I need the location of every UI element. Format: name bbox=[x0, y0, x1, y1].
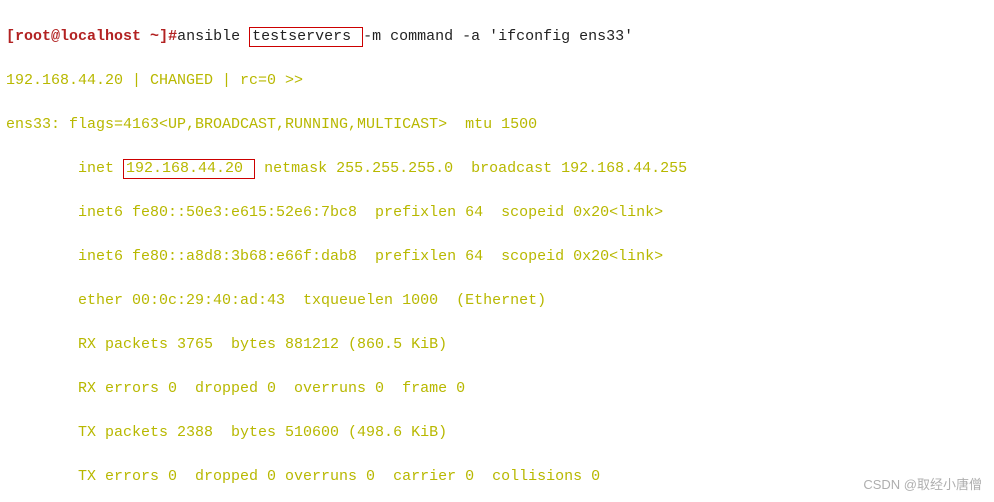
highlight-target-group: testservers bbox=[249, 27, 363, 47]
prompt-open: [ bbox=[6, 28, 15, 45]
host1-line-5: ether 00:0c:29:40:ad:43 txqueuelen 1000 … bbox=[6, 290, 988, 312]
terminal[interactable]: [root@localhost ~]#ansible testservers -… bbox=[0, 0, 994, 502]
prompt-userhost: root@localhost bbox=[15, 28, 141, 45]
host1-iface: ens33: flags=4163<UP,BROADCAST,RUNNING,M… bbox=[6, 114, 988, 136]
highlight-ip-1: 192.168.44.20 bbox=[123, 159, 255, 179]
host1-line-4: inet6 fe80::a8d8:3b68:e66f:dab8 prefixle… bbox=[6, 246, 988, 268]
host1-line-9: TX errors 0 dropped 0 overruns 0 carrier… bbox=[6, 466, 988, 488]
host1-line-7: RX errors 0 dropped 0 overruns 0 frame 0 bbox=[6, 378, 988, 400]
cmd-pre: ansible bbox=[177, 28, 249, 45]
host1-inet-post: netmask 255.255.255.0 broadcast 192.168.… bbox=[255, 160, 687, 177]
prompt-close: ]# bbox=[159, 28, 177, 45]
host1-header: 192.168.44.20 | CHANGED | rc=0 >> bbox=[6, 70, 988, 92]
watermark: CSDN @取经小唐僧 bbox=[863, 474, 982, 496]
host1-line-3: inet6 fe80::50e3:e615:52e6:7bc8 prefixle… bbox=[6, 202, 988, 224]
host1-line-8: TX packets 2388 bytes 510600 (498.6 KiB) bbox=[6, 422, 988, 444]
host1-inet-line: inet 192.168.44.20 netmask 255.255.255.0… bbox=[6, 158, 988, 180]
prompt-line-1: [root@localhost ~]#ansible testservers -… bbox=[6, 26, 988, 48]
host1-inet-pre: inet bbox=[6, 160, 123, 177]
prompt-path: ~ bbox=[141, 28, 159, 45]
cmd-post: -m command -a 'ifconfig ens33' bbox=[363, 28, 633, 45]
host1-line-6: RX packets 3765 bytes 881212 (860.5 KiB) bbox=[6, 334, 988, 356]
